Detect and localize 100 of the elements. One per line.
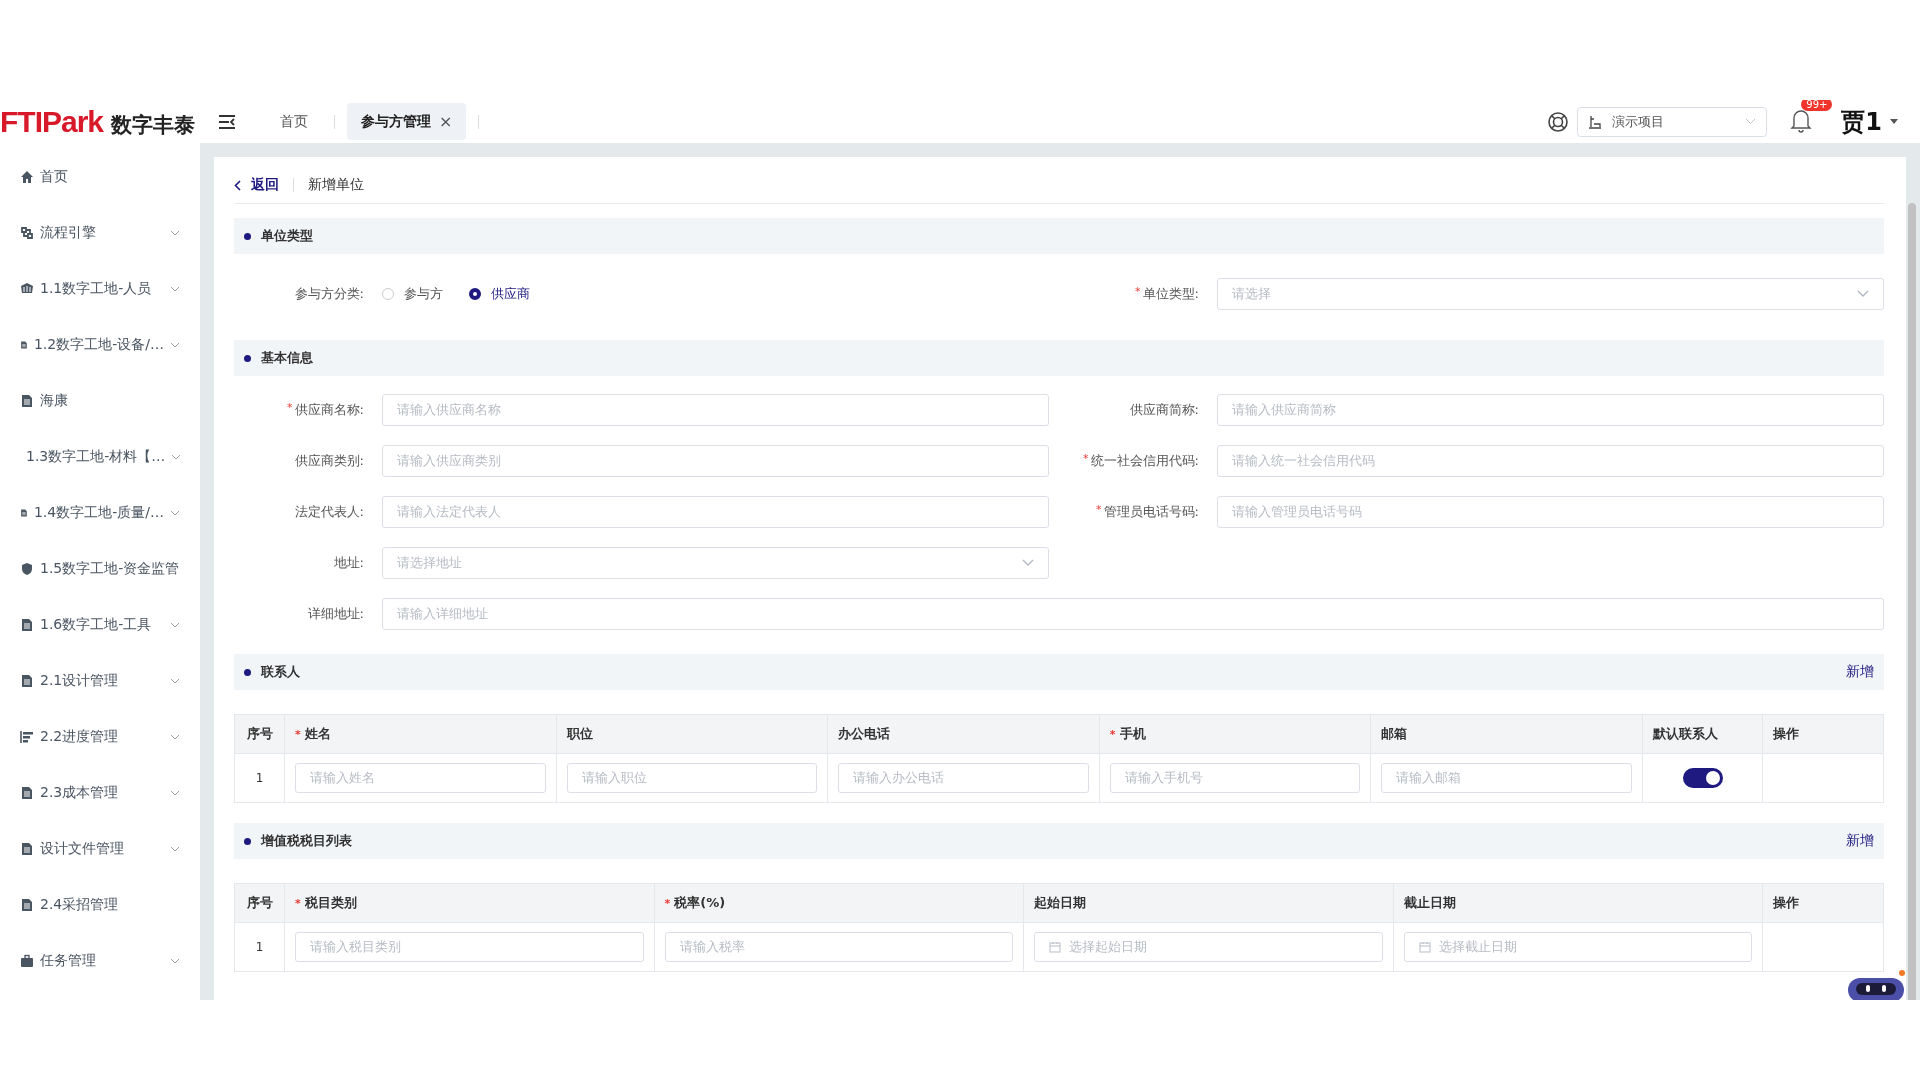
- field-label: 地址:: [333, 554, 364, 572]
- field-label: 供应商类别:: [294, 452, 364, 470]
- bar-chart-icon: [20, 730, 34, 744]
- briefcase-icon: [20, 954, 34, 968]
- field-label: 统一社会信用代码:: [1090, 452, 1199, 470]
- page-tab[interactable]: 首页: [266, 103, 322, 140]
- document-icon: [20, 786, 34, 800]
- toggle-switch[interactable]: [1682, 768, 1723, 788]
- field-label: 供应商名称:: [294, 401, 364, 419]
- section-title: 单位类型: [261, 227, 313, 245]
- shield-icon: [20, 562, 34, 576]
- menu-icon[interactable]: [218, 114, 236, 129]
- column-header: 职位: [566, 725, 593, 743]
- close-icon[interactable]: ×: [439, 112, 453, 131]
- required-asterisk: *: [295, 896, 301, 910]
- sidebar-item[interactable]: 2.3成本管理: [0, 765, 200, 821]
- project-select[interactable]: 演示项目: [1577, 106, 1768, 137]
- field-label: 单位类型:: [1142, 285, 1199, 303]
- chevron-down-icon: [170, 734, 180, 740]
- column-header: 税目类别: [304, 894, 357, 912]
- logo: FTIPark 数字丰泰: [0, 104, 197, 139]
- field-label: 管理员电话号码:: [1103, 503, 1199, 521]
- home-icon: [20, 170, 34, 184]
- row-number: 1: [255, 771, 264, 785]
- chevron-down-icon: [170, 790, 180, 796]
- chevron-down-icon: [170, 286, 180, 292]
- chevron-down-icon: [170, 846, 180, 852]
- radio-option[interactable]: 供应商: [469, 285, 530, 303]
- bullet-icon: [244, 354, 251, 362]
- chevron-down-icon: [171, 454, 182, 460]
- building-icon: [1588, 114, 1603, 129]
- user-name[interactable]: 贾1: [1841, 105, 1882, 138]
- sidebar-item[interactable]: 1.3数字工地-材料【…: [0, 429, 200, 485]
- sidebar-item[interactable]: 1.6数字工地-工具: [0, 597, 200, 653]
- bullet-icon: [244, 837, 251, 845]
- sidebar-item[interactable]: 流程引擎: [0, 205, 200, 261]
- chevron-down-icon: [170, 510, 180, 516]
- caret-icon[interactable]: [1890, 119, 1898, 124]
- column-header: 序号: [246, 725, 273, 743]
- column-header: 手机: [1119, 725, 1146, 743]
- document-icon: [20, 618, 34, 632]
- workflow-icon: [20, 226, 34, 240]
- chevron-left-icon: [234, 179, 241, 191]
- sidebar-item[interactable]: 海康: [0, 373, 200, 429]
- sidebar-item[interactable]: 2.4采招管理: [0, 877, 200, 933]
- sidebar-item[interactable]: 设计文件管理: [0, 821, 200, 877]
- column-header: 序号: [246, 894, 273, 912]
- required-asterisk: *: [1083, 452, 1089, 467]
- page-tab[interactable]: 参与方管理 ×: [347, 103, 467, 140]
- required-asterisk: *: [664, 896, 671, 910]
- radio-button[interactable]: [469, 288, 481, 300]
- sidebar-item[interactable]: 首页: [0, 149, 200, 205]
- document-icon: [20, 674, 34, 688]
- sidebar-item[interactable]: 2.1设计管理: [0, 653, 200, 709]
- chevron-down-icon: [1022, 559, 1034, 567]
- section-title: 联系人: [261, 663, 300, 681]
- column-header: 操作: [1773, 894, 1799, 912]
- bullet-icon: [244, 232, 251, 240]
- required-asterisk: *: [295, 727, 301, 741]
- column-header: 姓名: [304, 725, 331, 743]
- column-header: 办公电话: [838, 725, 891, 743]
- field-label: 详细地址:: [307, 605, 364, 623]
- sidebar-item[interactable]: 任务管理: [0, 933, 200, 989]
- row-number: 1: [255, 940, 264, 954]
- chevron-down-icon: [1857, 290, 1869, 298]
- chevron-down-icon: [170, 342, 180, 348]
- column-header: 截止日期: [1403, 894, 1456, 912]
- sidebar-item[interactable]: 1.1数字工地-人员: [0, 261, 200, 317]
- section-title: 基本信息: [261, 349, 313, 367]
- required-asterisk: *: [1135, 285, 1141, 300]
- radio-option[interactable]: 参与方: [382, 285, 443, 303]
- column-header: 邮箱: [1381, 725, 1408, 743]
- calendar-icon: [1418, 941, 1431, 953]
- lifebuoy-icon[interactable]: [1547, 110, 1570, 133]
- column-header: 操作: [1773, 725, 1799, 743]
- add-link[interactable]: 新增: [1846, 832, 1874, 850]
- scrollbar[interactable]: [1908, 203, 1916, 1000]
- notification-badge: 99+: [1801, 100, 1833, 111]
- sidebar-item[interactable]: 1.2数字工地-设备/…: [0, 317, 200, 373]
- chevron-down-icon: [170, 678, 180, 684]
- sidebar-item[interactable]: 1.5数字工地-资金监管: [0, 541, 200, 597]
- document-icon: [20, 394, 34, 408]
- field-label: 供应商简称:: [1129, 401, 1199, 419]
- document-icon: [20, 842, 34, 856]
- chevron-down-icon: [1745, 118, 1757, 125]
- required-asterisk: *: [1096, 503, 1102, 518]
- sidebar-item[interactable]: 1.4数字工地-质量/…: [0, 485, 200, 541]
- required-asterisk: *: [1109, 727, 1116, 741]
- group-icon: [20, 282, 34, 296]
- back-link[interactable]: 返回: [234, 176, 279, 194]
- chevron-down-icon: [170, 230, 180, 236]
- section-title: 增值税税目列表: [261, 832, 352, 850]
- chevron-down-icon: [170, 622, 180, 628]
- field-label: 法定代表人:: [294, 503, 364, 521]
- column-header: 税率(%): [674, 894, 726, 912]
- calendar-icon: [1049, 941, 1061, 953]
- sidebar-item[interactable]: 2.2进度管理: [0, 709, 200, 765]
- add-link[interactable]: 新增: [1846, 663, 1874, 681]
- column-header: 默认联系人: [1653, 725, 1718, 743]
- bullet-icon: [244, 668, 251, 676]
